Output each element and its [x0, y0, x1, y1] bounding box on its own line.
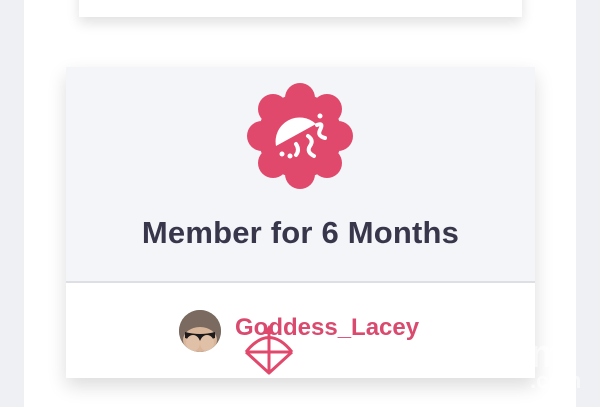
jellyfish-icon [246, 82, 354, 190]
avatar[interactable] [179, 310, 221, 352]
previous-card [79, 0, 522, 17]
badge-card-footer: Goddess_Lacey [66, 283, 535, 378]
watermark-subtext: .com [530, 368, 582, 393]
badge-title: Member for 6 Months [141, 215, 460, 250]
bow-arrow-icon [240, 325, 298, 379]
badge-card-header: Member for 6 Months [66, 67, 535, 283]
badge-card[interactable]: Member for 6 Months Goddess_Lacey [66, 67, 535, 378]
